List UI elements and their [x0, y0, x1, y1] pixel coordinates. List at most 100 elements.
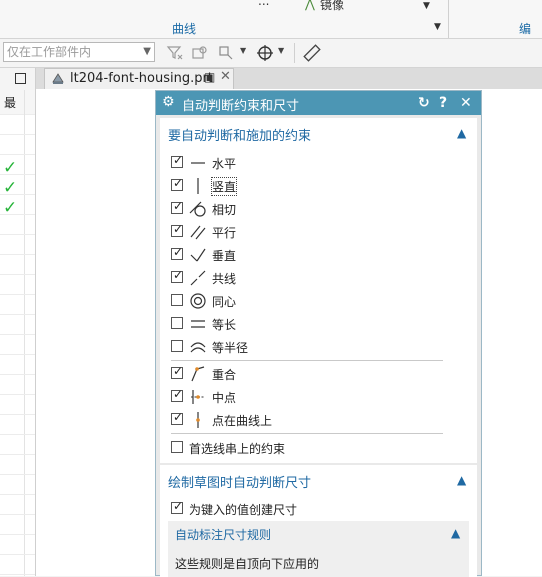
constraint-row[interactable]: ✓ 重合	[171, 364, 461, 383]
constraint-row[interactable]: ✓ 中点	[171, 387, 461, 406]
prefer-chain-row[interactable]: 首选线串上的约束	[171, 439, 461, 457]
checkbox[interactable]: ✓	[171, 410, 183, 425]
perpendicular-icon	[190, 248, 206, 262]
table-row[interactable]	[0, 475, 35, 495]
checkmark-icon: ✓	[3, 178, 18, 198]
constraint-label: 平行	[212, 226, 237, 240]
checkmark-icon: ✓	[3, 198, 18, 218]
checkbox[interactable]: ✓	[171, 387, 183, 402]
snap-dropdown-arrow[interactable]: ▼	[240, 46, 246, 55]
create-dims-label: 为键入的值创建尺寸	[189, 503, 298, 517]
constraint-row[interactable]: ✓ 平行	[171, 222, 461, 241]
constraint-row[interactable]: ✓ 垂直	[171, 245, 461, 264]
table-row[interactable]	[0, 255, 35, 275]
close-icon[interactable]: ✕	[220, 69, 231, 84]
checkbox[interactable]: ✓	[171, 245, 183, 260]
measure-ruler-icon[interactable]	[302, 43, 322, 63]
check-mark: ✓	[173, 268, 184, 282]
constraint-row[interactable]: 等半径	[171, 338, 461, 356]
checkbox[interactable]	[171, 441, 183, 453]
table-row[interactable]	[0, 415, 35, 435]
constraint-label: 等长	[212, 318, 237, 332]
table-row[interactable]	[0, 275, 35, 295]
constraint-label: 同心	[212, 295, 237, 309]
checkbox[interactable]: ✓	[171, 499, 183, 514]
collapse-icon[interactable]: ▲	[451, 526, 460, 540]
section-title-dimensions[interactable]: 绘制草图时自动判断尺寸	[168, 472, 311, 491]
table-row[interactable]	[0, 135, 35, 155]
section-title-constraints[interactable]: 要自动判断和施加的约束	[168, 125, 311, 144]
help-icon[interactable]: ?	[439, 95, 447, 111]
constraint-row[interactable]: 等长	[171, 315, 461, 333]
select-feature-icon[interactable]	[190, 43, 210, 63]
selection-toolbar: 仅在工作部件内 ▼ ▼ ▼	[0, 39, 542, 68]
checkbox[interactable]: ✓	[171, 268, 184, 283]
table-row[interactable]	[0, 535, 35, 555]
chevron-down-icon: ▼	[143, 46, 151, 57]
table-row[interactable]	[0, 455, 35, 475]
constraints-panel: 要自动判断和施加的约束 ▲ ✓ 水平 ✓ 竖直 ✓ 相切 ✓ 平行 ✓ 垂直 ✓…	[160, 118, 477, 463]
table-row[interactable]	[0, 315, 35, 335]
table-row[interactable]	[0, 295, 35, 315]
part-navigator-panel: 最 ✓ ✓ ✓	[0, 68, 36, 576]
midpoint-icon	[191, 390, 205, 404]
constraint-row[interactable]: 同心	[171, 292, 461, 310]
subsection-title-rules[interactable]: 自动标注尺寸规则	[175, 526, 271, 543]
toolbar-separator	[294, 43, 295, 63]
create-dims-row[interactable]: ✓ 为键入的值创建尺寸	[171, 499, 461, 518]
table-row[interactable]	[0, 495, 35, 515]
group-edit-label: 编辑	[519, 22, 532, 36]
coincident-icon	[191, 366, 205, 382]
constraint-row[interactable]: ✓ 共线	[171, 268, 461, 287]
mirror-icon: ⋀	[305, 0, 315, 11]
rules-description: 这些规则是自顶向下应用的	[175, 557, 320, 571]
table-row[interactable]	[0, 515, 35, 535]
reset-icon[interactable]: ↻	[418, 95, 430, 111]
collapse-icon[interactable]: ▲	[457, 473, 466, 487]
table-row[interactable]	[0, 355, 35, 375]
column-toggle-icon[interactable]	[15, 73, 26, 84]
checkbox[interactable]: ✓	[171, 176, 184, 191]
constraint-label: 竖直	[210, 177, 238, 196]
collapse-icon[interactable]: ▲	[457, 126, 466, 140]
table-row[interactable]	[0, 235, 35, 255]
checkbox[interactable]	[171, 340, 183, 352]
table-row[interactable]	[0, 375, 35, 395]
snap-point-icon[interactable]	[216, 43, 236, 63]
checkbox[interactable]: ✓	[171, 222, 183, 237]
auto-dimension-panel: 绘制草图时自动判断尺寸 ▲ ✓ 为键入的值创建尺寸 自动标注尺寸规则 ▲ 这些规…	[160, 465, 477, 577]
horizontal-icon	[191, 162, 205, 164]
ribbon-dropdown-arrow[interactable]: ▼	[423, 1, 430, 11]
checkbox[interactable]: ✓	[171, 364, 183, 379]
divider	[171, 433, 443, 434]
ribbon-mirror-button[interactable]: 镜像	[320, 0, 344, 13]
dialog-title-bar: ⚙ 自动判断约束和尺寸 ↻ ? ✕	[156, 91, 481, 115]
constraint-row[interactable]: ✓ 相切	[171, 199, 461, 218]
constraint-row[interactable]: ✓ 点在曲线上	[171, 410, 461, 429]
check-mark: ✓	[173, 199, 184, 213]
table-row[interactable]	[0, 555, 35, 575]
tab-document[interactable]: lt204-font-housing.prt ▣ ✕	[44, 68, 234, 89]
table-row[interactable]	[0, 115, 35, 135]
selection-scope-dropdown[interactable]: 仅在工作部件内 ▼	[3, 42, 155, 62]
constraint-label: 共线	[212, 272, 237, 286]
table-row[interactable]	[0, 435, 35, 455]
crosshair-icon[interactable]	[255, 43, 275, 63]
filter-icon[interactable]	[165, 43, 185, 63]
checkbox[interactable]	[171, 294, 183, 306]
table-row[interactable]	[0, 335, 35, 355]
constraint-row[interactable]: ✓ 水平	[171, 153, 461, 172]
crosshair-dropdown-arrow[interactable]: ▼	[278, 46, 284, 55]
parallel-icon	[190, 225, 206, 240]
checkbox[interactable]: ✓	[171, 199, 184, 214]
table-row[interactable]	[0, 395, 35, 415]
constraint-row[interactable]: ✓ 竖直	[171, 176, 461, 196]
close-icon[interactable]: ✕	[460, 95, 472, 111]
check-mark: ✓	[173, 176, 184, 190]
ribbon-item-partial[interactable]: ...	[258, 0, 269, 8]
group-curve-expand[interactable]: ▼	[434, 22, 441, 32]
tangent-icon	[189, 201, 206, 217]
checkbox[interactable]: ✓	[171, 153, 183, 168]
checkbox[interactable]	[171, 317, 183, 329]
table-row[interactable]	[0, 215, 35, 235]
